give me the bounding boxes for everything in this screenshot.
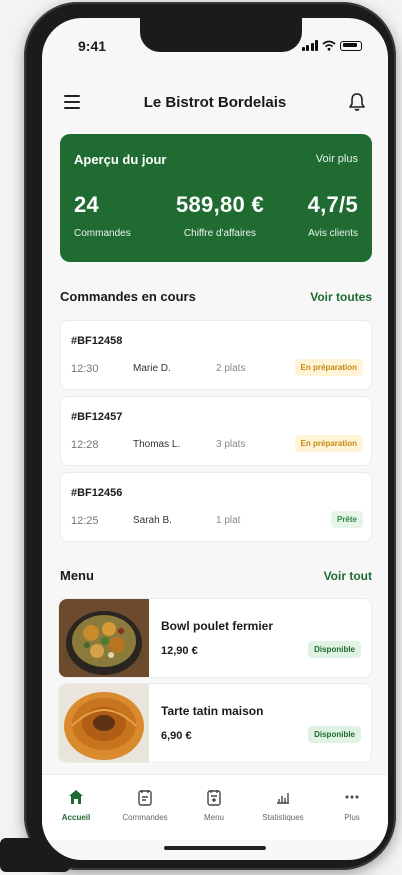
- orders-section-header: Commandes en cours Voir toutes: [60, 289, 372, 309]
- tab-statistics[interactable]: Statistiques: [251, 787, 315, 822]
- menu-section-header: Menu Voir tout: [60, 568, 372, 588]
- menu-see-all-link[interactable]: Voir tout: [324, 569, 372, 583]
- order-card[interactable]: #BF12457 12:28 Thomas L. 3 plats En prép…: [60, 396, 372, 466]
- tab-label: Statistiques: [262, 813, 304, 822]
- tab-label: Accueil: [61, 813, 91, 822]
- tab-more[interactable]: Plus: [320, 787, 384, 822]
- order-id: #BF12456: [71, 487, 123, 499]
- stat-label: Chiffre d'affaires: [183, 228, 257, 239]
- stat-reviews: 4,7/5 Avis clients: [308, 192, 358, 239]
- stat-orders: 24 Commandes: [74, 192, 131, 239]
- stat-value: 4,7/5: [307, 192, 358, 217]
- bottom-tab-bar: Accueil Commandes Menu Statistiques Plus: [42, 774, 388, 840]
- order-card[interactable]: #BF12458 12:30 Marie D. 2 plats En prépa…: [60, 320, 372, 390]
- daily-overview-card: Aperçu du jour Voir plus 24 Commandes 58…: [60, 134, 372, 262]
- order-card[interactable]: #BF12456 12:25 Sarah B. 1 plat Prête: [60, 472, 372, 542]
- order-customer: Thomas L.: [133, 439, 181, 450]
- overview-see-more-link[interactable]: Voir plus: [316, 153, 358, 165]
- more-icon: [345, 795, 359, 799]
- app-title: Le Bistrot Bordelais: [143, 94, 287, 111]
- menu-item-card[interactable]: Bowl poulet fermier 12,90 € Disponible: [58, 598, 372, 678]
- status-badge: Prête: [330, 511, 363, 528]
- order-time: 12:25: [71, 515, 99, 527]
- receipt-icon: [138, 789, 152, 806]
- app-header: Le Bistrot Bordelais: [42, 86, 388, 122]
- order-plates: 3 plats: [216, 439, 246, 450]
- tab-label: Commandes: [122, 813, 168, 822]
- stat-value: 24: [74, 192, 100, 217]
- order-id: #BF12457: [71, 411, 123, 423]
- availability-badge: Disponible: [308, 726, 361, 743]
- order-customer: Marie D.: [133, 363, 171, 374]
- stat-label: Commandes: [74, 228, 131, 239]
- bell-icon[interactable]: [348, 92, 366, 112]
- order-time: 12:30: [71, 363, 99, 375]
- order-id: #BF12458: [71, 335, 123, 347]
- stat-value: 589,80 €: [175, 192, 265, 217]
- tab-home[interactable]: Accueil: [44, 787, 108, 822]
- tart-image: [59, 684, 149, 762]
- battery-icon: [340, 40, 362, 51]
- menu-item-price: 12,90 €: [161, 645, 198, 657]
- menu-book-icon: [207, 789, 221, 806]
- stat-revenue: 589,80 € Chiffre d'affaires: [168, 192, 272, 239]
- menu-item-card[interactable]: Tarte tatin maison 6,90 € Disponible: [58, 683, 372, 763]
- orders-see-all-link[interactable]: Voir toutes: [310, 290, 372, 304]
- wifi-icon: [322, 40, 336, 51]
- menu-item-name: Tarte tatin maison: [161, 704, 264, 718]
- tab-label: Menu: [203, 813, 224, 822]
- menu-item-price: 6,90 €: [161, 730, 192, 742]
- tab-orders[interactable]: Commandes: [113, 787, 177, 822]
- overview-title: Aperçu du jour: [74, 152, 167, 167]
- home-icon: [69, 790, 83, 804]
- app-screen: 9:41 Le Bistrot Bordelais Aperçu du jour…: [42, 18, 388, 860]
- menu-item-name: Bowl poulet fermier: [161, 619, 274, 633]
- tab-menu[interactable]: Menu: [182, 787, 246, 822]
- orders-section-title: Commandes en cours: [60, 289, 196, 304]
- status-badge: En préparation: [294, 435, 363, 452]
- status-time: 9:41: [78, 38, 107, 54]
- order-plates: 2 plats: [216, 363, 246, 374]
- home-indicator[interactable]: [164, 846, 266, 850]
- menu-section-title: Menu: [60, 568, 94, 583]
- order-time: 12:28: [71, 439, 99, 451]
- chart-icon: [277, 793, 289, 804]
- order-plates: 1 plat: [216, 515, 241, 526]
- order-customer: Sarah B.: [133, 515, 172, 526]
- signal-icon: [301, 40, 318, 51]
- availability-badge: Disponible: [308, 641, 361, 658]
- bowl-image: [59, 599, 149, 677]
- orders-list: #BF12458 12:30 Marie D. 2 plats En prépa…: [60, 320, 372, 548]
- status-badge: En préparation: [294, 359, 363, 376]
- menu-list: Bowl poulet fermier 12,90 € Disponible T…: [58, 598, 372, 768]
- status-bar: 9:41: [42, 18, 388, 68]
- status-icons: [301, 40, 362, 51]
- stat-label: Avis clients: [308, 228, 358, 239]
- tab-label: Plus: [344, 813, 360, 822]
